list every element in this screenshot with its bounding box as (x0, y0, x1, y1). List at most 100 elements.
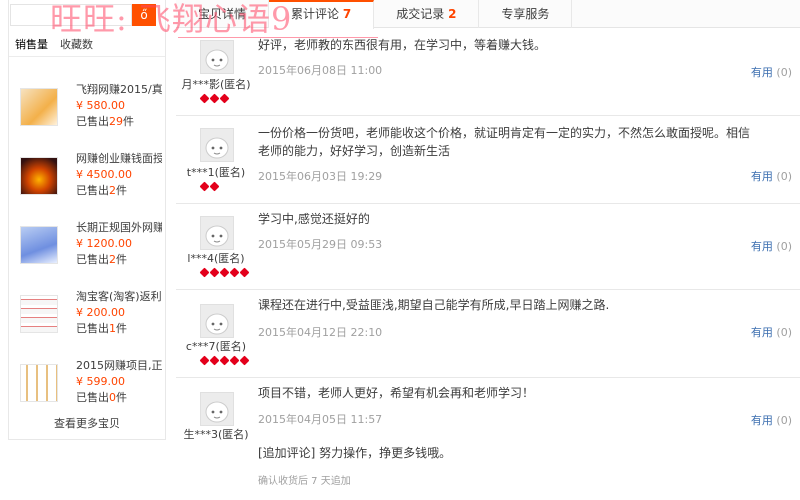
product-title[interactable]: 网赚创业赚钱面授 (76, 151, 162, 167)
review-item: c***7(匿名) 课程还在进行中,受益匪浅,期望自己能学有所成,早日踏上网赚之… (176, 290, 800, 378)
review-content: 一份价格一份货吧，老师能收这个价格，就证明肯定有一定的实力，不然怎么敢面授呢。相… (258, 126, 751, 158)
product-thumbnail[interactable] (20, 295, 58, 333)
tab-count: 2 (448, 7, 457, 21)
sold-count: 2 (109, 253, 116, 266)
product-thumbnail[interactable] (20, 88, 58, 126)
useful-label: 有用 (750, 170, 773, 183)
product-item[interactable]: 淘宝客(淘客)返利 ¥ 200.00 已售出1件 (9, 285, 165, 354)
tab-sales-volume[interactable]: 销售量 (9, 35, 54, 56)
product-price: ¥ 4500.00 (76, 168, 132, 181)
sold-count: 29 (109, 115, 123, 128)
review-date: 2015年04月12日 22:10 (258, 326, 383, 339)
product-title[interactable]: 长期正规国外网赚 (76, 220, 162, 236)
avatar[interactable] (200, 128, 234, 162)
default-avatar-icon (205, 313, 229, 335)
sold-prefix: 已售出 (76, 253, 109, 266)
review-date: 2015年05月29日 09:53 (258, 238, 383, 251)
useful-button[interactable]: 有用 (0) (751, 168, 792, 184)
heart-badge-icon (209, 355, 220, 366)
sold-suffix: 件 (116, 322, 127, 335)
default-avatar-icon (205, 401, 229, 423)
product-price: ¥ 599.00 (76, 375, 125, 388)
heart-badge-icon (219, 93, 230, 104)
heart-badge-icon (199, 355, 210, 366)
useful-count: (0) (776, 414, 792, 427)
reviewer-name: 月***影(匿名) (181, 78, 251, 91)
product-item[interactable]: 2015网赚项目,正 ¥ 599.00 已售出0件 (9, 354, 165, 423)
review-date: 2015年04月05日 11:57 (258, 413, 383, 426)
heart-badge-icon (219, 267, 230, 278)
product-sold: 已售出2件 (76, 183, 127, 199)
sold-prefix: 已售出 (76, 322, 109, 335)
tab-label: 宝贝详情 (198, 7, 247, 21)
tab-label: 累计评论 (291, 7, 340, 21)
heart-badge-icon (209, 267, 220, 278)
sidebar-tabs: 销售量 收藏数 (9, 35, 165, 57)
buyer-rank-badges (199, 355, 250, 366)
review-content: 好评，老师教的东西很有用，在学习中，等着赚大钱。 (258, 38, 547, 52)
review-item: t***1(匿名) 一份价格一份货吧，老师能收这个价格，就证明肯定有一定的实力，… (176, 116, 800, 204)
useful-button[interactable]: 有用 (0) (751, 324, 792, 340)
heart-badge-icon (229, 355, 240, 366)
search-button[interactable]: ő (132, 4, 156, 26)
product-list: 飞翔网赚2015/真 ¥ 580.00 已售出29件 网赚创业赚钱面授 ¥ 45… (9, 78, 165, 423)
reviewer-name: l***4(匿名) (187, 252, 245, 265)
useful-label: 有用 (750, 240, 773, 253)
avatar[interactable] (200, 216, 234, 250)
tab-reviews[interactable]: 累计评论 7 (269, 0, 375, 29)
useful-button[interactable]: 有用 (0) (751, 238, 792, 254)
product-thumbnail[interactable] (20, 364, 58, 402)
sold-prefix: 已售出 (76, 115, 109, 128)
product-thumbnail[interactable] (20, 157, 58, 195)
product-sold: 已售出2件 (76, 252, 127, 268)
tab-transactions[interactable]: 成交记录 2 (374, 0, 480, 28)
sold-suffix: 件 (123, 115, 134, 128)
avatar[interactable] (200, 40, 234, 74)
useful-count: (0) (776, 326, 792, 339)
product-sold: 已售出1件 (76, 321, 127, 337)
product-item[interactable]: 飞翔网赚2015/真 ¥ 580.00 已售出29件 (9, 78, 165, 147)
product-price: ¥ 580.00 (76, 99, 125, 112)
buyer-rank-badges (199, 181, 220, 192)
product-title[interactable]: 淘宝客(淘客)返利 (76, 289, 162, 305)
useful-label: 有用 (750, 414, 773, 427)
product-item[interactable]: 网赚创业赚钱面授 ¥ 4500.00 已售出2件 (9, 147, 165, 216)
appended-review: [追加评论] 努力操作，挣更多钱哦。 (258, 446, 452, 460)
sold-count: 0 (109, 391, 116, 404)
review-item: 月***影(匿名) 好评，老师教的东西很有用，在学习中，等着赚大钱。 2015年… (176, 28, 800, 116)
tab-label: 专享服务 (501, 7, 550, 21)
product-sold: 已售出0件 (76, 390, 127, 406)
product-price: ¥ 200.00 (76, 306, 125, 319)
avatar[interactable] (200, 392, 234, 426)
buyer-rank-badges (199, 93, 230, 104)
useful-count: (0) (776, 66, 792, 79)
tab-item-details[interactable]: 宝贝详情 (176, 0, 270, 28)
product-item[interactable]: 长期正规国外网赚 ¥ 1200.00 已售出2件 (9, 216, 165, 285)
shop-sidebar: 销售量 收藏数 飞翔网赚2015/真 ¥ 580.00 已售出29件 网赚创业赚… (8, 0, 166, 440)
heart-badge-icon (229, 267, 240, 278)
heart-badge-icon (209, 93, 220, 104)
detail-tabs: 宝贝详情 累计评论 7 成交记录 2 专享服务 (176, 0, 800, 29)
review-content: 项目不错，老师人更好，希望有机会再和老师学习！ (258, 386, 535, 400)
sold-suffix: 件 (116, 391, 127, 404)
useful-button[interactable]: 有用 (0) (751, 64, 792, 80)
avatar[interactable] (200, 304, 234, 338)
product-thumbnail[interactable] (20, 226, 58, 264)
useful-label: 有用 (750, 326, 773, 339)
product-price: ¥ 1200.00 (76, 237, 132, 250)
useful-button[interactable]: 有用 (0) (751, 412, 792, 428)
product-sold: 已售出29件 (76, 114, 134, 130)
buyer-rank-badges (199, 267, 250, 278)
heart-badge-icon (239, 355, 250, 366)
search-input[interactable] (10, 4, 132, 26)
tab-count: 7 (342, 7, 352, 21)
product-title[interactable]: 飞翔网赚2015/真 (76, 82, 162, 98)
more-items-link[interactable]: 查看更多宝贝 (9, 415, 165, 431)
heart-badge-icon (199, 93, 210, 104)
tab-exclusive-service[interactable]: 专享服务 (479, 0, 573, 28)
sold-count: 1 (109, 322, 116, 335)
product-title[interactable]: 2015网赚项目,正 (76, 358, 162, 374)
sold-prefix: 已售出 (76, 184, 109, 197)
tab-favorites[interactable]: 收藏数 (54, 35, 99, 56)
default-avatar-icon (205, 137, 229, 159)
